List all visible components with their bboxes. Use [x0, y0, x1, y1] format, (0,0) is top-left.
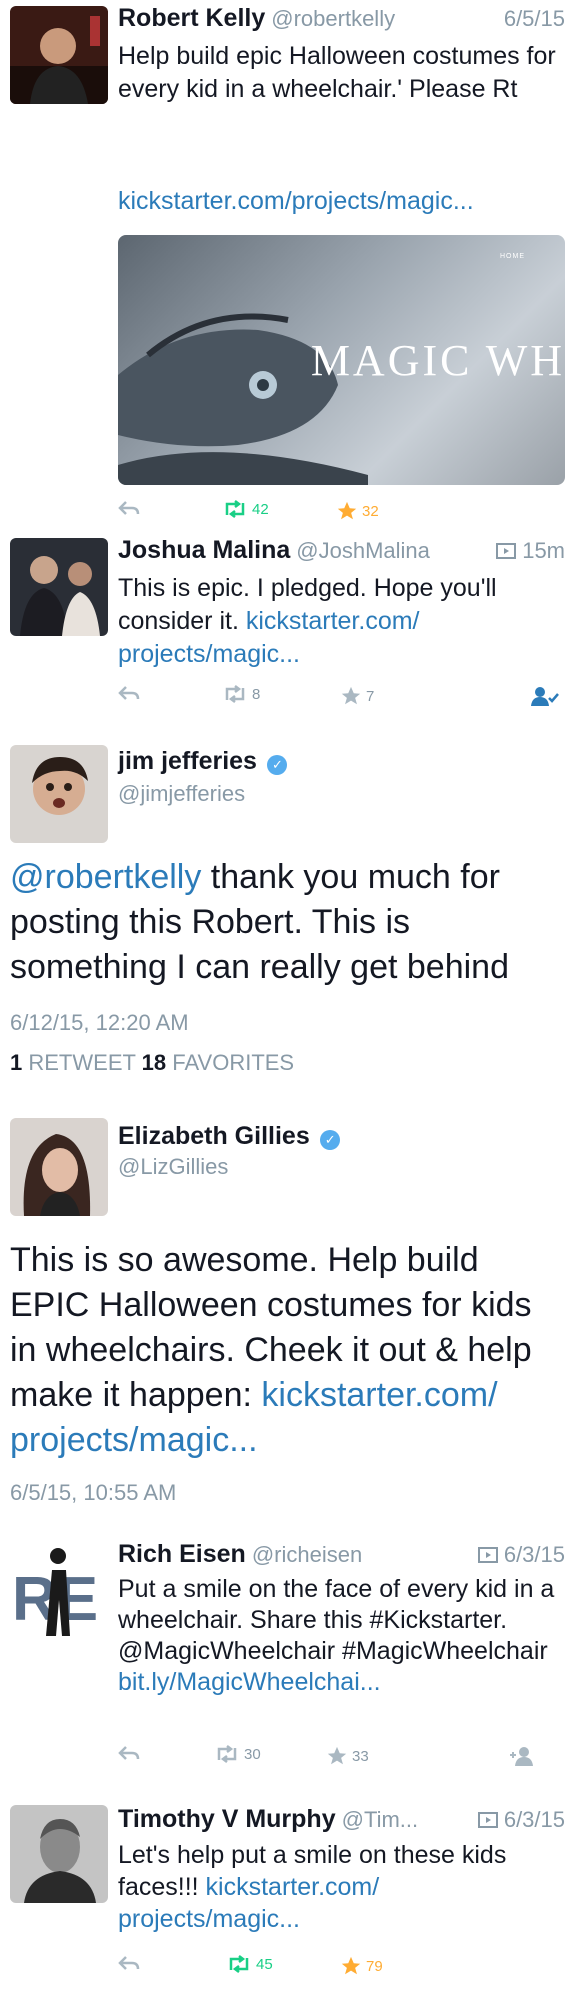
retweet-count: 8 [252, 685, 261, 703]
star-icon [337, 501, 357, 520]
reply-button[interactable] [118, 685, 140, 701]
tweet-link[interactable]: bit.ly/MagicWheelchai... [118, 1667, 558, 1698]
favorite-button[interactable]: 33 [326, 1745, 369, 1767]
verified-icon: ✓ [267, 754, 288, 775]
tweet-datetime[interactable]: 6/5/15, 10:55 AM [10, 1480, 176, 1506]
avatar[interactable] [10, 538, 108, 636]
avatar[interactable] [10, 1118, 108, 1216]
tweet-rich-eisen[interactable]: RE Rich Eisen@richeisen 6/3/15 Put a smi… [0, 1530, 575, 1780]
reply-button[interactable] [118, 1955, 140, 1971]
avatar[interactable] [10, 6, 108, 104]
retweets-count: 1 [10, 1050, 23, 1075]
tweet-stats: 1 RETWEET 18 FAVORITES [10, 1050, 294, 1076]
timestamp: 6/5/15 [503, 6, 565, 31]
tweet-text-body: Put a smile on the face of every kid in … [118, 1575, 555, 1665]
user-handle[interactable]: @JoshMalina [296, 538, 430, 563]
user-handle[interactable]: @richeisen [252, 1542, 362, 1567]
tweet-text: This is so awesome. Help build EPIC Hall… [10, 1238, 565, 1463]
favorite-count: 7 [366, 687, 375, 705]
timestamp-text: 15m [522, 538, 565, 563]
reply-icon [118, 1746, 140, 1760]
tweet-text: Let's help put a smile on these kids fac… [118, 1839, 558, 1935]
user-handle[interactable]: @Tim... [342, 1807, 419, 1832]
following-button[interactable] [530, 685, 560, 707]
retweet-button[interactable]: 30 [214, 1745, 261, 1763]
mention-link[interactable]: @robertkelly [10, 858, 201, 896]
tweet-text: This is epic. I pledged. Hope you'll con… [118, 572, 558, 671]
user-handle[interactable]: @jimjefferies [118, 781, 245, 807]
user-handle[interactable]: @LizGillies [118, 1154, 228, 1180]
retweets-label[interactable]: RETWEET [28, 1050, 135, 1075]
user-name[interactable]: Rich Eisen [118, 1540, 246, 1568]
retweet-button[interactable]: 42 [222, 500, 269, 518]
avatar[interactable] [10, 1805, 108, 1903]
reply-button[interactable] [118, 500, 140, 516]
tweet-timothy-murphy[interactable]: Timothy V Murphy @Tim... 6/3/15 Let's hel… [0, 1795, 575, 1992]
timestamp: 6/3/15 [477, 1807, 565, 1833]
timestamp: 6/3/15 [477, 1542, 565, 1568]
tweet-robert-kelly[interactable]: Robert Kelly @robertkelly 6/5/15 Help bui… [0, 0, 575, 530]
retweet-icon [225, 500, 245, 518]
timestamp-text: 6/3/15 [503, 1542, 565, 1567]
user-name[interactable]: Robert Kelly [118, 4, 265, 32]
retweet-icon [225, 685, 245, 703]
user-name[interactable]: Elizabeth Gillies [118, 1122, 310, 1150]
avatar[interactable] [10, 745, 108, 843]
favorites-label[interactable]: FAVORITES [172, 1050, 294, 1075]
user-name[interactable]: jim jefferies [118, 747, 257, 775]
timestamp-text: 6/3/15 [503, 1807, 565, 1832]
tweet-text: Help build epic Halloween costumes for e… [118, 42, 556, 103]
video-icon [496, 543, 517, 559]
user-handle[interactable]: @robertkelly [271, 6, 395, 31]
favorites-count: 18 [141, 1050, 167, 1075]
favorite-count: 79 [366, 1957, 383, 1975]
tweet-joshua-malina[interactable]: Joshua Malina @JoshMalina 15m This is epi… [0, 530, 575, 725]
retweet-button[interactable]: 8 [222, 685, 260, 703]
favorite-button[interactable]: 32 [336, 500, 379, 522]
retweet-icon [229, 1955, 249, 1973]
retweet-count: 45 [256, 1955, 273, 1973]
retweet-button[interactable]: 45 [226, 1955, 273, 1973]
card-title: MAGIC WH [310, 336, 565, 385]
star-icon [341, 686, 361, 705]
star-icon [327, 1746, 347, 1765]
follow-button[interactable] [508, 1745, 538, 1767]
retweet-count: 30 [244, 1745, 261, 1763]
tweet-link[interactable]: kickstarter.com/projects/magic... [118, 185, 565, 218]
star-icon [341, 1956, 361, 1975]
favorite-button[interactable]: 7 [340, 685, 374, 707]
tweet-datetime[interactable]: 6/12/15, 12:20 AM [10, 1010, 189, 1036]
follow-icon [510, 1747, 533, 1766]
tweet-jim-jefferies[interactable]: jim jefferies ✓ @jimjefferies @robertkel… [0, 725, 575, 1110]
retweet-count: 42 [252, 500, 269, 518]
video-icon [477, 1812, 498, 1828]
tweet-elizabeth-gillies[interactable]: Elizabeth Gillies ✓ @LizGillies This is … [0, 1110, 575, 1510]
tweet-text: Put a smile on the face of every kid in … [118, 1574, 558, 1698]
link-preview-card[interactable]: HOME MAGIC WH [118, 235, 565, 485]
tweet-text: @robertkelly thank you much for posting … [10, 855, 565, 990]
card-home-label: HOME [500, 253, 525, 260]
avatar[interactable]: RE [10, 1540, 108, 1638]
favorite-button[interactable]: 79 [340, 1955, 383, 1977]
favorite-count: 33 [352, 1747, 369, 1765]
favorite-count: 32 [362, 502, 379, 520]
reply-icon [118, 1956, 140, 1970]
user-name[interactable]: Timothy V Murphy [118, 1805, 336, 1833]
video-icon [477, 1547, 498, 1563]
reply-icon [118, 686, 140, 700]
timestamp: 15m [496, 538, 565, 564]
follow-icon [531, 687, 559, 706]
verified-icon: ✓ [320, 1129, 341, 1150]
user-name[interactable]: Joshua Malina [118, 536, 290, 564]
retweet-icon [217, 1745, 237, 1763]
reply-button[interactable] [118, 1745, 140, 1761]
reply-icon [118, 501, 140, 515]
